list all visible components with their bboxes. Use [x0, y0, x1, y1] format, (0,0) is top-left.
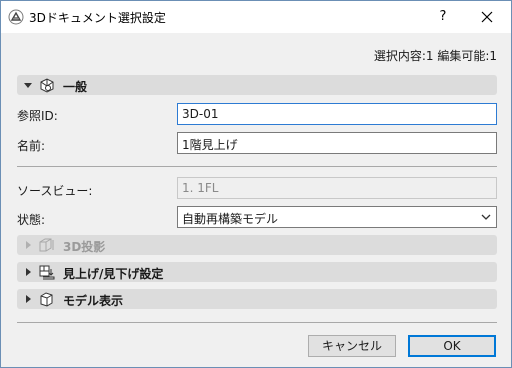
- cancel-button[interactable]: キャンセル: [308, 335, 396, 357]
- expand-arrow-down-icon: [24, 83, 32, 88]
- archicad-app-icon: [8, 9, 24, 25]
- section-model-display-header[interactable]: モデル表示: [17, 289, 497, 309]
- section-general-header[interactable]: 一般: [17, 75, 497, 95]
- reference-id-label: 参照ID:: [17, 109, 58, 123]
- floor-view-icon: [39, 265, 55, 280]
- title-bar[interactable]: 3Dドキュメント選択設定 ?: [1, 1, 511, 33]
- expand-arrow-right-icon: [26, 295, 31, 303]
- divider: [17, 322, 497, 323]
- source-view-input: 1. 1FL: [177, 177, 497, 199]
- help-button[interactable]: ?: [429, 6, 457, 28]
- section-model-display-label: モデル表示: [63, 294, 124, 308]
- dialog-window: 3Dドキュメント選択設定 ? 選択内容:1 編集可能:1 一般 参照ID: 3D…: [0, 0, 512, 368]
- expand-arrow-right-icon: [26, 268, 31, 276]
- section-view-setup-label: 見上げ/見下げ設定: [63, 267, 164, 281]
- divider: [17, 166, 497, 167]
- general-settings-icon: [40, 78, 54, 93]
- name-label: 名前:: [17, 139, 46, 153]
- section-projection-header: 3D投影: [17, 235, 497, 255]
- expand-arrow-right-icon: [26, 241, 31, 249]
- section-general-label: 一般: [63, 80, 88, 94]
- model-display-icon: [40, 292, 53, 307]
- chevron-down-icon: [481, 214, 491, 220]
- close-icon: [481, 11, 493, 23]
- close-button[interactable]: [471, 6, 503, 28]
- status-select-value: 自動再構築モデル: [182, 212, 279, 226]
- selection-status: 選択内容:1 編集可能:1: [373, 49, 497, 63]
- reference-id-input[interactable]: 3D-01: [177, 103, 497, 125]
- ok-button[interactable]: OK: [408, 335, 496, 357]
- section-projection-label: 3D投影: [63, 240, 106, 254]
- name-input[interactable]: 1階見上げ: [177, 132, 497, 154]
- 3d-projection-icon: [39, 238, 54, 252]
- window-title: 3Dドキュメント選択設定: [29, 11, 166, 25]
- section-view-setup-header[interactable]: 見上げ/見下げ設定: [17, 262, 497, 282]
- source-view-label: ソースビュー:: [17, 184, 93, 198]
- status-label: 状態:: [17, 213, 46, 227]
- status-select[interactable]: 自動再構築モデル: [177, 206, 497, 228]
